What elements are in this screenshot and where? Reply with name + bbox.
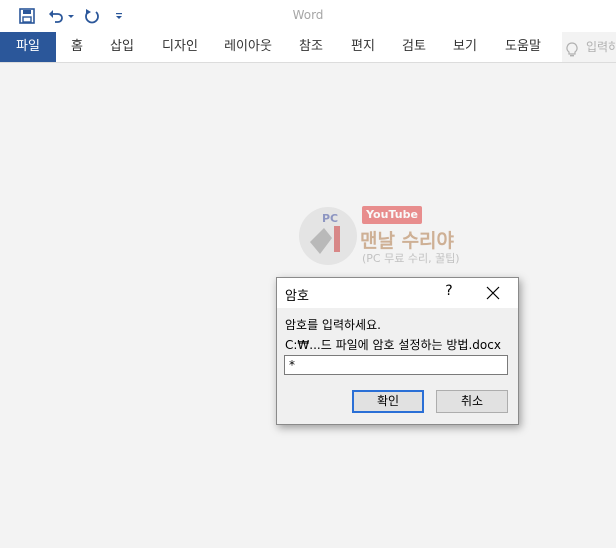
channel-name: 맨날 수리야 xyxy=(360,230,455,252)
watermark-logo-icon: PC xyxy=(299,207,357,265)
tab-references[interactable]: 참조 xyxy=(290,32,332,62)
window-title: Word xyxy=(292,8,324,22)
svg-text:PC: PC xyxy=(322,212,338,225)
dialog-titlebar: 암호 ? xyxy=(277,278,518,308)
close-icon[interactable] xyxy=(485,285,501,301)
lightbulb-icon xyxy=(566,39,578,62)
tab-insert[interactable]: 삽입 xyxy=(102,32,142,62)
tab-review[interactable]: 검토 xyxy=(393,32,435,62)
password-input[interactable]: * xyxy=(284,355,508,375)
tab-help[interactable]: 도움말 xyxy=(496,32,550,62)
tab-view[interactable]: 보기 xyxy=(444,32,486,62)
tab-layout[interactable]: 레이아웃 xyxy=(218,32,278,62)
channel-subtitle: (PC 무료 수리, 꿀팁) xyxy=(362,252,460,265)
youtube-badge: YouTube xyxy=(362,206,422,224)
dialog-title: 암호 xyxy=(285,289,309,304)
file-path: C:₩...드 파일에 암호 설정하는 방법.docx xyxy=(285,338,501,352)
quick-access-toolbar: Word xyxy=(0,0,616,32)
tab-home[interactable]: 홈 xyxy=(60,32,94,62)
tell-me-box[interactable]: 입력하 xyxy=(562,32,616,62)
ok-button[interactable]: 확인 xyxy=(352,390,424,413)
tab-file[interactable]: 파일 xyxy=(0,32,56,62)
tab-mailings[interactable]: 편지 xyxy=(342,32,384,62)
tab-design[interactable]: 디자인 xyxy=(156,32,204,62)
channel-watermark: PC YouTube 맨날 수리야 (PC 무료 수리, 꿀팁) xyxy=(298,204,488,274)
password-dialog: 암호 ? 암호를 입력하세요. C:₩...드 파일에 암호 설정하는 방법.d… xyxy=(276,277,519,425)
cancel-button[interactable]: 취소 xyxy=(436,390,508,413)
password-prompt: 암호를 입력하세요. xyxy=(285,318,381,332)
tell-me-placeholder: 입력하 xyxy=(586,40,616,54)
ribbon-tabs: 파일 홈 삽입 디자인 레이아웃 참조 편지 검토 보기 도움말 입력하 xyxy=(0,32,616,63)
help-button[interactable]: ? xyxy=(441,283,457,299)
